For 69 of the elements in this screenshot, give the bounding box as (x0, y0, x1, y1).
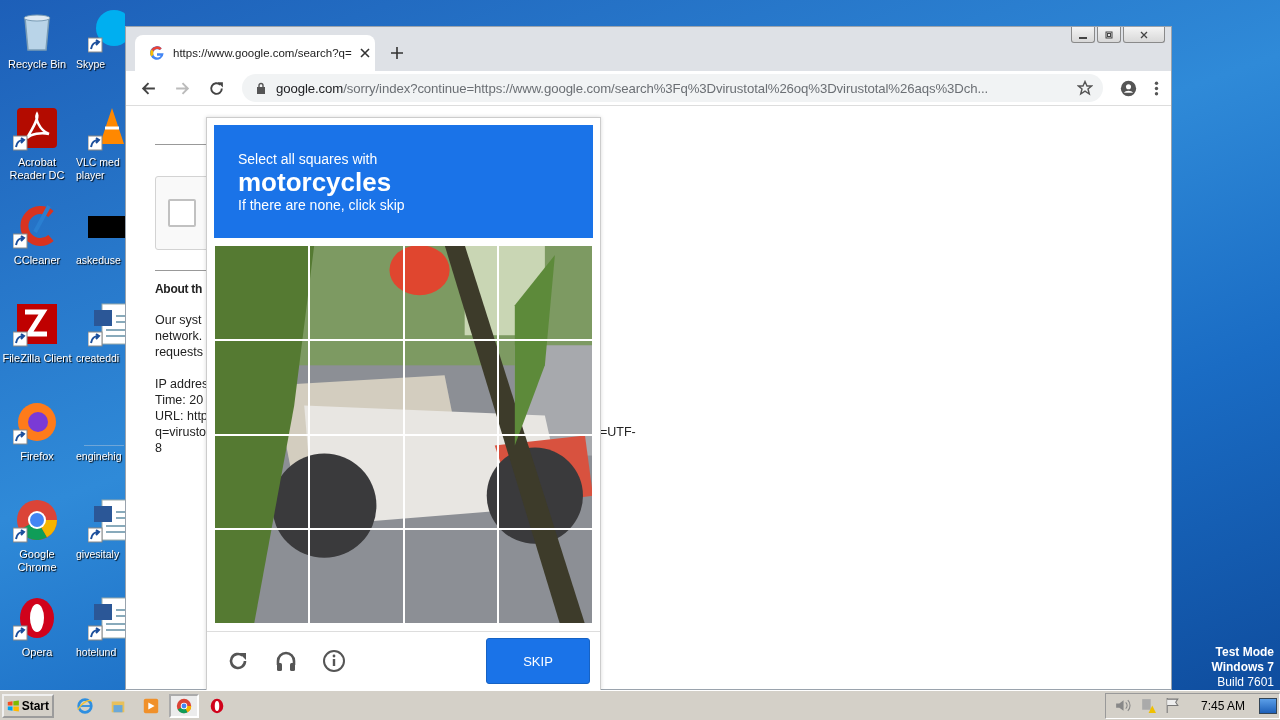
profile-icon[interactable] (1120, 79, 1137, 97)
body-text: Our syst (155, 312, 202, 328)
body-text: Time: 20 (155, 392, 204, 408)
clock[interactable]: 7:45 AM (1200, 698, 1245, 713)
test-mode-notice: Test Mode Windows 7 Build 7601 (1211, 645, 1274, 690)
address-bar[interactable]: google.com/sorry/index?continue=https://www.google.com/search%3Fq%3Dvirustotal%26oq%3Dvirustotal%26aqs%3Dch... (242, 74, 1103, 102)
image-tile[interactable] (308, 434, 404, 530)
prompt-text: Select all squares with (238, 150, 379, 167)
body-text: =UTF- (600, 424, 636, 440)
o-logo-icon (208, 696, 226, 715)
browser-e-icon (76, 696, 94, 715)
menu-icon[interactable] (1154, 79, 1159, 97)
section-heading: About th (155, 282, 202, 296)
image-tile[interactable] (498, 339, 593, 435)
chrome-icon (175, 696, 193, 715)
image-tile[interactable] (214, 339, 309, 435)
image-tile[interactable] (498, 245, 593, 340)
desktop-icon-label[interactable]: Opera (21, 646, 53, 659)
browser-tab[interactable]: https://www.google.com/search?q= (135, 35, 375, 71)
image-tile[interactable] (308, 339, 404, 435)
show-desktop-button[interactable] (1259, 697, 1277, 714)
reload-icon[interactable] (208, 79, 225, 97)
desktop-icon-label[interactable]: createddi (76, 352, 120, 365)
image-tile[interactable] (214, 529, 309, 624)
restore-icon (1104, 29, 1114, 40)
minimize-button[interactable] (1071, 27, 1095, 43)
body-text: requests (155, 344, 203, 360)
desktop-icon-label[interactable]: Google Chrome (17, 548, 57, 574)
desktop-icon-label[interactable]: CCleaner (13, 254, 61, 267)
minimize-icon (1079, 36, 1087, 39)
taskbar-app-button[interactable] (169, 693, 199, 718)
info-icon[interactable] (322, 649, 346, 673)
body-text: network. (155, 328, 203, 344)
play-icon (142, 696, 160, 715)
body-text: 8 (155, 440, 162, 456)
desktop-icon-label[interactable]: FileZilla Client (2, 352, 72, 365)
image-tile[interactable] (214, 245, 309, 340)
image-tile[interactable] (214, 434, 309, 530)
desktop-icon-label[interactable]: enginehig (76, 450, 122, 463)
bookmark-star-icon[interactable] (1077, 80, 1093, 96)
image-tile[interactable] (308, 529, 404, 624)
image-tile[interactable] (498, 434, 593, 530)
image-tile[interactable] (403, 245, 499, 340)
image-tile[interactable] (403, 434, 499, 530)
hint-text: If there are none, click skip (238, 196, 406, 213)
desktop-icon-label[interactable]: Acrobat Reader DC (9, 156, 65, 182)
image-tile[interactable] (403, 529, 499, 624)
captcha-checkbox[interactable] (168, 199, 196, 227)
headphones-icon[interactable] (274, 649, 298, 673)
desktop-icon-label[interactable]: VLC med player (76, 156, 120, 182)
desktop-icon-label[interactable]: Recycle Bin (7, 58, 67, 71)
image-tile[interactable] (308, 245, 404, 340)
image-tile[interactable] (403, 339, 499, 435)
start-button[interactable]: Start (2, 693, 54, 718)
new-tab-icon[interactable] (391, 47, 403, 59)
desktop-icon-label[interactable]: givesitaly (76, 548, 120, 561)
target-text: motorcycles (238, 166, 393, 197)
desktop-icon-label[interactable]: Skype (76, 58, 106, 71)
google-icon (149, 45, 165, 61)
desktop-icon-label[interactable]: Firefox (20, 450, 54, 463)
body-text: q=virusto (155, 424, 208, 440)
lock-icon (256, 82, 266, 94)
desktop-icon-label[interactable]: hotelund (76, 646, 117, 659)
skip-button[interactable]: SKIP (486, 638, 590, 684)
restore-button[interactable] (1097, 27, 1121, 43)
close-icon[interactable] (359, 48, 370, 58)
close-icon (1139, 29, 1149, 40)
image-tile[interactable] (498, 529, 593, 624)
desktop-icon-label[interactable]: askeduse (76, 254, 121, 267)
